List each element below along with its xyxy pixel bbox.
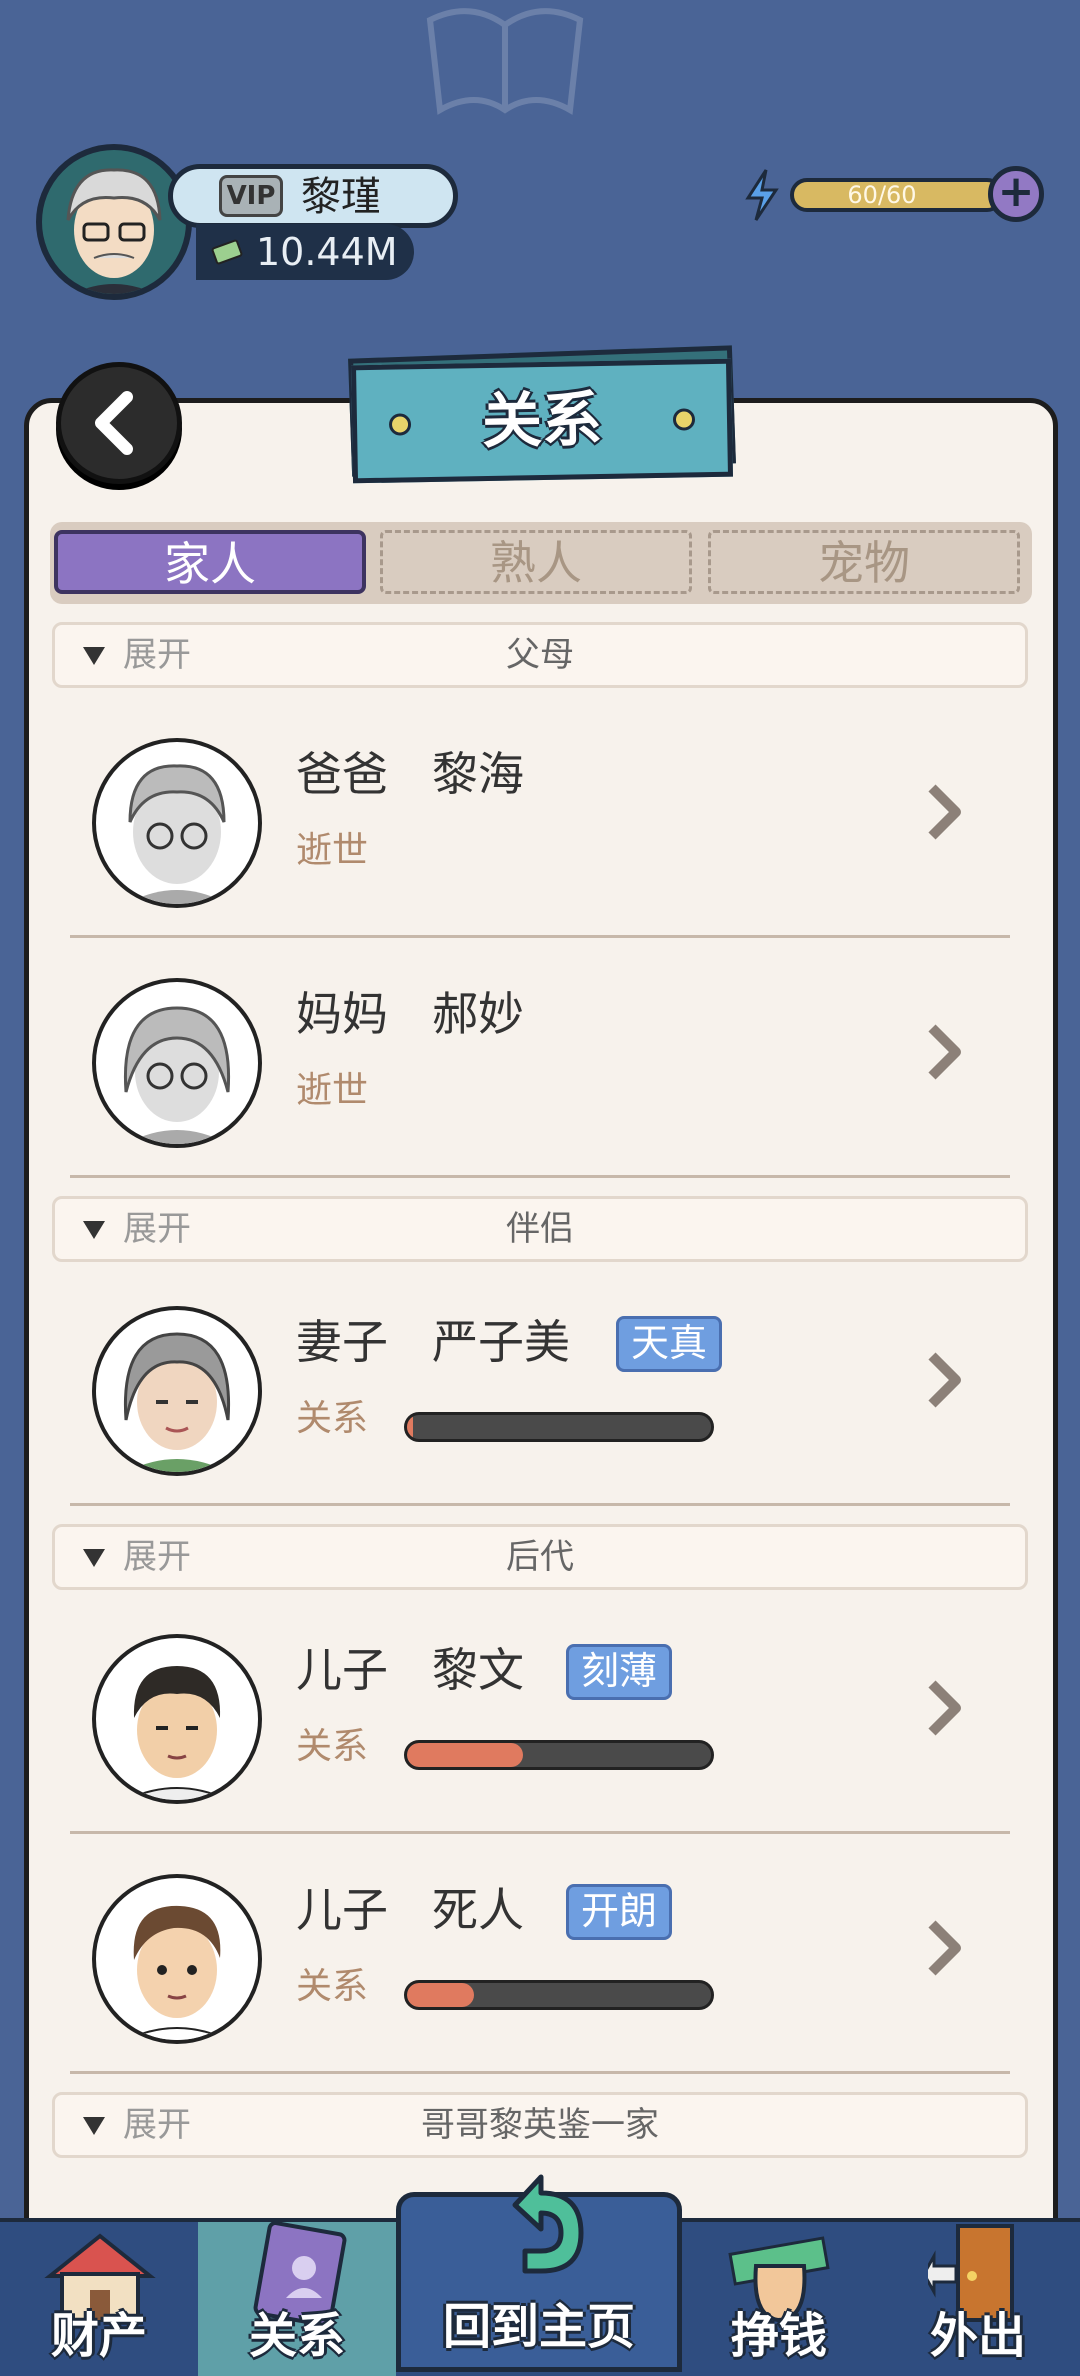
panel-title-banner: 关系 xyxy=(350,358,734,484)
relationship-fill xyxy=(407,1983,474,2007)
nav-relations[interactable]: 关系 xyxy=(198,2222,396,2376)
nav-label: 回到主页 xyxy=(442,2299,635,2355)
player-avatar[interactable] xyxy=(36,144,192,300)
member-role: 爸爸 xyxy=(296,747,388,801)
chevron-right-icon xyxy=(928,1352,961,1408)
back-button[interactable] xyxy=(56,362,182,484)
nav-label: 财产 xyxy=(50,2308,147,2364)
tab-family[interactable]: 家人 xyxy=(54,530,366,594)
section-parents[interactable]: 展开 父母 xyxy=(52,622,1028,688)
member-row[interactable]: 爸爸 黎海 逝世 xyxy=(70,698,1010,938)
trait-badge: 开朗 xyxy=(566,1884,673,1940)
member-role: 儿子 xyxy=(296,1643,388,1697)
money-icon xyxy=(211,239,243,265)
member-name: 死人 xyxy=(432,1883,524,1937)
trait-badge: 刻薄 xyxy=(566,1644,673,1700)
relationship-fill xyxy=(407,1743,523,1767)
member-name: 黎海 xyxy=(432,747,524,801)
tab-pets[interactable]: 宠物 xyxy=(708,530,1020,594)
relationship-bar xyxy=(404,1412,714,1442)
energy-bar: 60/60 xyxy=(790,178,1004,212)
member-portrait xyxy=(92,1306,262,1476)
member-role: 儿子 xyxy=(296,1883,388,1937)
lightning-icon xyxy=(745,169,779,221)
nav-label: 外出 xyxy=(929,2308,1026,2364)
member-portrait xyxy=(92,1634,262,1804)
relationship-fill xyxy=(407,1415,414,1439)
divider xyxy=(70,2071,1010,2074)
section-title: 后代 xyxy=(506,1537,574,1577)
nav-outing[interactable]: 外出 xyxy=(876,2222,1080,2376)
relationship-label: 关系 xyxy=(296,1398,369,1439)
chevron-right-icon xyxy=(928,784,961,840)
member-name: 严子美 xyxy=(432,1315,570,1369)
category-tabs: 家人 熟人 宠物 xyxy=(50,522,1032,604)
member-row[interactable]: 妻子 严子美 天真 关系 xyxy=(70,1266,1010,1506)
nav-property[interactable]: 财产 xyxy=(0,2222,198,2376)
member-portrait xyxy=(92,1874,262,2044)
divider xyxy=(70,1175,1010,1178)
member-row[interactable]: 儿子 黎文 刻薄 关系 xyxy=(70,1594,1010,1834)
add-energy-button[interactable]: + xyxy=(988,166,1044,222)
member-row[interactable]: 妈妈 郝妙 逝世 xyxy=(70,938,1010,1178)
chevron-right-icon xyxy=(928,1920,961,1976)
nav-earn[interactable]: 挣钱 xyxy=(682,2222,876,2376)
home-button[interactable]: 回到主页 xyxy=(396,2174,682,2372)
relationship-bar xyxy=(404,1980,714,2010)
nav-label: 关系 xyxy=(248,2308,345,2364)
section-title: 父母 xyxy=(506,635,574,675)
chevron-right-icon xyxy=(928,1680,961,1736)
member-row[interactable]: 儿子 死人 开朗 关系 xyxy=(70,1834,1010,2074)
relationship-label: 关系 xyxy=(296,1726,369,1767)
back-arrow-icon xyxy=(95,391,133,455)
section-title: 哥哥黎英鉴一家 xyxy=(421,2105,659,2145)
panel-title: 关系 xyxy=(481,384,603,458)
book-doodle xyxy=(426,8,584,115)
member-name: 郝妙 xyxy=(432,987,524,1041)
nav-label: 挣钱 xyxy=(730,2308,827,2364)
member-status: 逝世 xyxy=(296,830,369,871)
member-name: 黎文 xyxy=(432,1643,524,1697)
member-portrait xyxy=(92,978,262,1148)
member-portrait xyxy=(92,738,262,908)
money-value: 10.44M xyxy=(256,230,398,274)
member-role: 妻子 xyxy=(296,1315,388,1369)
player-name: 黎瑾 xyxy=(301,174,381,220)
section-title: 伴侣 xyxy=(506,1209,574,1249)
section-brother-family[interactable]: 展开 哥哥黎英鉴一家 xyxy=(52,2092,1028,2158)
relationship-bar xyxy=(404,1740,714,1770)
trait-badge: 天真 xyxy=(616,1316,723,1372)
undo-arrow-icon xyxy=(512,2174,584,2274)
section-children[interactable]: 展开 后代 xyxy=(52,1524,1028,1590)
energy-text: 60/60 xyxy=(847,181,917,209)
vip-badge: VIP xyxy=(219,175,283,217)
member-role: 妈妈 xyxy=(296,987,388,1041)
tab-acquaintances[interactable]: 熟人 xyxy=(380,530,692,594)
member-status: 逝世 xyxy=(296,1070,369,1111)
divider xyxy=(70,1503,1010,1506)
money-display: 10.44M xyxy=(196,224,414,280)
section-partner[interactable]: 展开 伴侣 xyxy=(52,1196,1028,1262)
player-name-pill: VIP 黎瑾 xyxy=(168,164,458,228)
relationship-label: 关系 xyxy=(296,1966,369,2007)
chevron-right-icon xyxy=(928,1024,961,1080)
